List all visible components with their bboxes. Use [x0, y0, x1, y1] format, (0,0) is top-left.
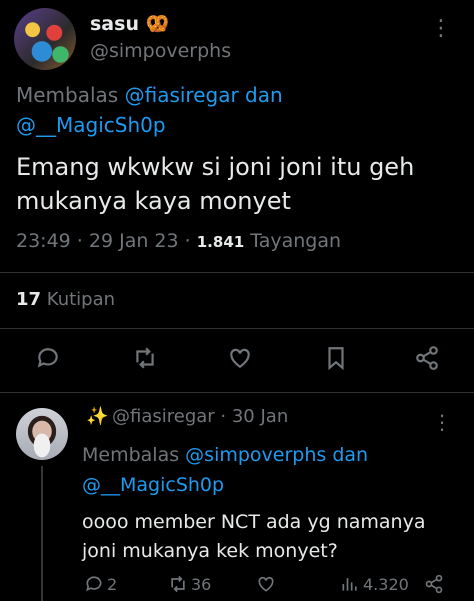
reply-button[interactable]: 2 [84, 574, 117, 594]
retweet-button[interactable]: 36 [168, 574, 211, 594]
share-button[interactable] [424, 574, 447, 594]
reply-header: @fiasiregar · 30 Jan [112, 406, 289, 427]
quotes-stat[interactable]: 17 Kutipan [16, 289, 115, 310]
avatar[interactable] [14, 8, 76, 70]
views-icon [342, 578, 357, 591]
reply-icon [86, 576, 102, 592]
reply-icon[interactable] [30, 340, 66, 376]
tweet-time[interactable]: 23:49 [16, 230, 71, 252]
display-name[interactable]: sasu 🥨 [90, 12, 169, 35]
bookmark-icon[interactable] [318, 340, 354, 376]
action-bar [0, 340, 474, 380]
avatar[interactable] [16, 408, 68, 460]
like-icon[interactable] [222, 340, 258, 376]
replying-to: Membalas @fiasiregar dan @__MagicSh0p [16, 83, 283, 137]
user-handle[interactable]: @fiasiregar [112, 406, 215, 427]
share-icon[interactable] [409, 340, 445, 376]
like-button[interactable] [256, 574, 279, 594]
more-icon[interactable]: ⋮ [430, 18, 452, 40]
divider [0, 272, 474, 273]
views-button[interactable]: 4.320 [340, 574, 409, 594]
thread-line [41, 466, 43, 601]
retweet-icon[interactable] [127, 340, 163, 376]
tweet-text: oooo member NCT ada yg namanya joni muka… [82, 511, 426, 562]
tweet-meta: 23:49 · 29 Jan 23 · 1.841 Tayangan [16, 230, 342, 252]
like-icon [258, 576, 274, 592]
retweet-count: 36 [191, 574, 212, 594]
mention-link[interactable]: @__MagicSh0p [82, 474, 224, 496]
divider [0, 328, 474, 329]
mention-link[interactable]: @fiasiregar [125, 83, 239, 107]
views-count: 1.841 [196, 233, 245, 251]
views-label: Tayangan [250, 230, 342, 252]
replying-to: Membalas @simpoverphs dan @__MagicSh0p [82, 444, 369, 496]
user-handle[interactable]: @simpoverphs [90, 40, 231, 62]
tweet-text: Emang wkwkw si joni joni itu geh mukanya… [16, 153, 415, 215]
more-icon[interactable]: ⋮ [432, 412, 452, 432]
reply-count: 2 [107, 574, 118, 594]
share-icon [425, 574, 443, 594]
tweet-date[interactable]: 30 Jan [232, 406, 288, 427]
divider [0, 392, 474, 393]
sparkle-icon: ✨ [86, 406, 109, 427]
tweet-date[interactable]: 29 Jan 23 [89, 230, 179, 252]
name-emoji: 🥨 [145, 13, 170, 35]
views-count: 4.320 [363, 574, 409, 594]
mention-link[interactable]: @simpoverphs [185, 444, 326, 466]
mention-link[interactable]: @__MagicSh0p [16, 113, 166, 137]
retweet-icon [171, 575, 185, 593]
